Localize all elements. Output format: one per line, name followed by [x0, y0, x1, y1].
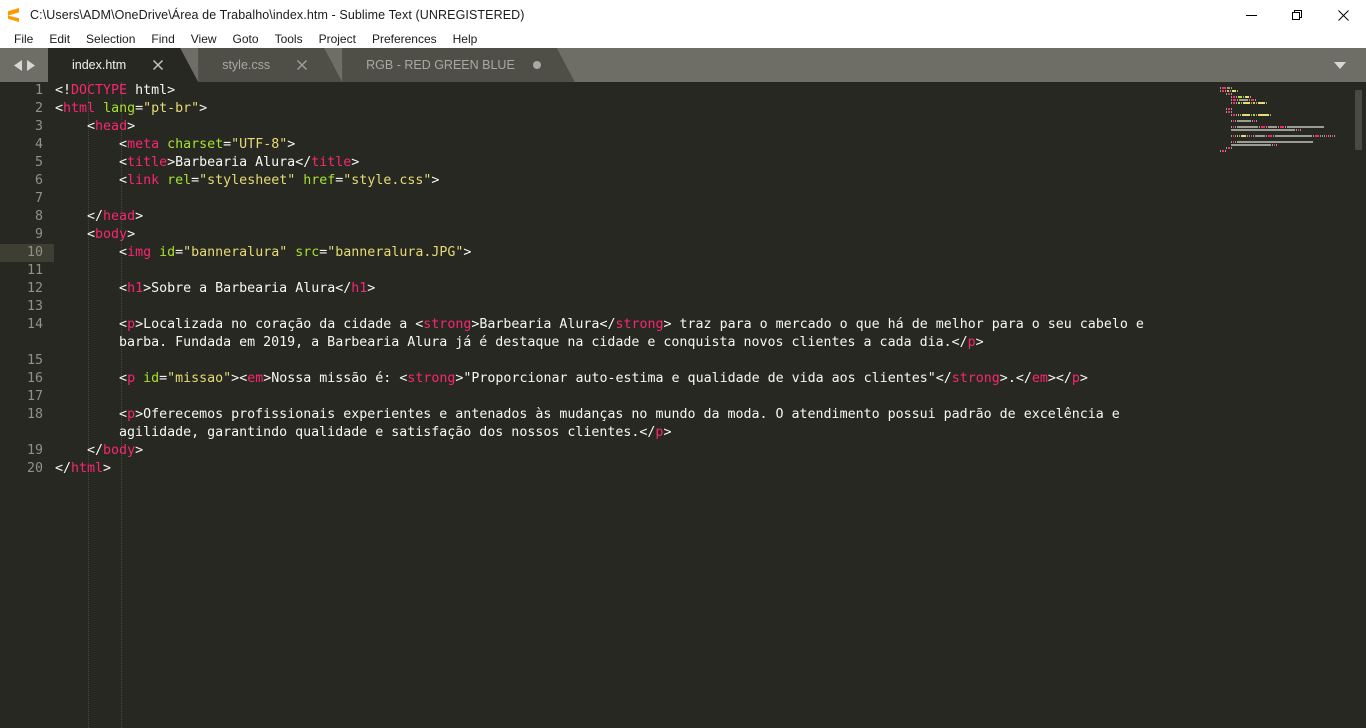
chevron-left-icon[interactable]: [13, 59, 23, 71]
line-content: <html lang="pt-br">: [55, 101, 208, 116]
minimap-content: [1220, 86, 1336, 152]
minimap-line: [1220, 149, 1336, 152]
menu-file[interactable]: File: [6, 30, 41, 48]
tab-index-htm[interactable]: index.htm: [48, 48, 198, 82]
line-number: 8: [34, 209, 43, 224]
line-content: <p id="missao"><em>Nossa missão é: <stro…: [119, 371, 1088, 386]
menu-preferences[interactable]: Preferences: [364, 30, 445, 48]
line-content: <link rel="stylesheet" href="style.css">: [119, 173, 440, 188]
line-content: </html>: [55, 461, 112, 476]
line-number: 12: [26, 281, 43, 296]
line-number: 10: [0, 244, 54, 262]
tab-rgb-red-green-blue[interactable]: RGB - RED GREEN BLUE: [342, 48, 575, 82]
line-content: barba. Fundada em 2019, a Barbearia Alur…: [119, 335, 984, 350]
window-title: C:\Users\ADM\OneDrive\Área de Trabalho\i…: [30, 8, 525, 22]
title-bar: C:\Users\ADM\OneDrive\Área de Trabalho\i…: [0, 0, 1366, 30]
line-number: 15: [26, 353, 43, 368]
tab-style-css[interactable]: style.css: [198, 48, 342, 82]
menu-bar: File Edit Selection Find View Goto Tools…: [0, 30, 1366, 48]
menu-view[interactable]: View: [183, 30, 225, 48]
line-number: 6: [34, 173, 43, 188]
menu-help[interactable]: Help: [445, 30, 486, 48]
line-number: 7: [34, 191, 43, 206]
line-content: <img id="banneralura" src="banneralura.J…: [119, 245, 472, 260]
line-content: </head>: [87, 209, 144, 224]
line-number: 19: [26, 443, 43, 458]
chevron-right-icon[interactable]: [26, 59, 35, 71]
maximize-button[interactable]: [1274, 0, 1320, 30]
line-number: 20: [26, 461, 43, 476]
line-number: 9: [34, 227, 43, 242]
menu-tools[interactable]: Tools: [267, 30, 311, 48]
line-number: [0, 424, 54, 442]
line-number: 5: [34, 155, 43, 170]
line-number: [0, 334, 54, 352]
line-content: <meta charset="UTF-8">: [119, 137, 296, 152]
tab-close-icon[interactable]: [152, 59, 164, 71]
tab-navigation[interactable]: [0, 48, 48, 82]
line-content: <body>: [87, 227, 136, 242]
minimize-button[interactable]: [1228, 0, 1274, 30]
tab-label: style.css: [222, 58, 271, 72]
editor-viewport[interactable]: 1 <!DOCTYPE html> 2 <html lang="pt-br"> 3 <h…: [0, 82, 1366, 728]
line-number: 17: [26, 389, 43, 404]
chevron-down-icon[interactable]: [1326, 48, 1354, 82]
window-controls: [1228, 0, 1366, 30]
line-number: 14: [26, 317, 43, 332]
sublime-text-logo-icon: [6, 7, 22, 23]
line-content: <head>: [87, 119, 136, 134]
line-content: <p>Oferecemos profissionais experientes …: [119, 407, 1120, 422]
line-number: 18: [26, 407, 43, 422]
close-button[interactable]: [1320, 0, 1366, 30]
line-number: 1: [34, 83, 43, 98]
tab-close-icon[interactable]: [296, 59, 308, 71]
line-number: 16: [26, 371, 43, 386]
line-content: <h1>Sobre a Barbearia Alura</h1>: [119, 281, 376, 296]
tab-bar: index.htm style.css RGB - RED GREEN BLUE: [0, 48, 1366, 82]
menu-find[interactable]: Find: [143, 30, 182, 48]
dirty-dot-icon[interactable]: [532, 61, 541, 69]
menu-edit[interactable]: Edit: [41, 30, 78, 48]
tab-label: RGB - RED GREEN BLUE: [366, 58, 515, 72]
line-content: agilidade, garantindo qualidade e satisf…: [119, 425, 672, 440]
menu-project[interactable]: Project: [311, 30, 364, 48]
line-number: 4: [34, 137, 43, 152]
line-content: <p>Localizada no coração da cidade a <st…: [119, 317, 1144, 332]
tab-label: index.htm: [72, 58, 127, 72]
minimap[interactable]: [1210, 82, 1366, 728]
line-number: 13: [26, 299, 43, 314]
tab-background: [198, 48, 342, 82]
editor-region: 1 <!DOCTYPE html> 2 <html lang="pt-br"> 3 <h…: [0, 82, 1366, 728]
menu-goto[interactable]: Goto: [225, 30, 267, 48]
line-number: 3: [34, 119, 43, 134]
line-content: <!DOCTYPE html>: [55, 83, 176, 98]
minimap-scrollbar[interactable]: [1355, 90, 1362, 150]
menu-selection[interactable]: Selection: [78, 30, 143, 48]
line-number: 11: [26, 263, 43, 278]
line-number: 2: [34, 101, 43, 116]
line-content: </body>: [87, 443, 144, 458]
line-content: <title>Barbearia Alura</title>: [119, 155, 360, 170]
